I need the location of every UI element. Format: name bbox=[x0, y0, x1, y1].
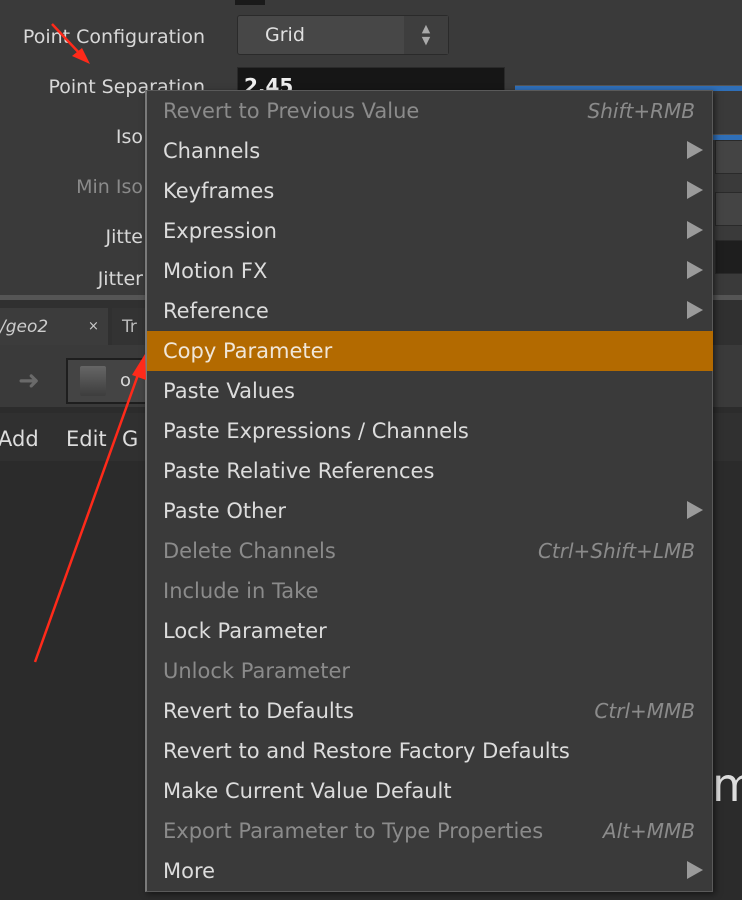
path-label: o bbox=[120, 370, 132, 391]
shortcut-label: Shift+RMB bbox=[587, 99, 695, 123]
menu-item-label: Copy Parameter bbox=[163, 339, 333, 363]
menu-item-paste-other[interactable]: Paste Other bbox=[147, 491, 713, 531]
menu-item-reference[interactable]: Reference bbox=[147, 291, 713, 331]
iso-field[interactable] bbox=[715, 140, 742, 174]
submenu-arrow-icon bbox=[687, 501, 703, 519]
min-iso-label: Min Iso bbox=[76, 176, 143, 198]
jitter2-label: Jitter bbox=[97, 268, 143, 290]
menu-item-label: Export Parameter to Type Properties bbox=[163, 819, 544, 843]
shortcut-label: Ctrl+Shift+LMB bbox=[537, 539, 695, 563]
menu-item-revert-to-defaults[interactable]: Revert to Defaults Ctrl+MMB bbox=[147, 691, 713, 731]
menu-item-label: Include in Take bbox=[163, 579, 319, 603]
menu-item-unlock-parameter: Unlock Parameter bbox=[147, 651, 713, 691]
updown-arrows-icon: ▲ ▼ bbox=[404, 16, 448, 54]
tab-geo2[interactable]: /geo2 × bbox=[0, 308, 108, 345]
menu-item-lock-parameter[interactable]: Lock Parameter bbox=[147, 611, 713, 651]
menu-item-label: Paste Other bbox=[163, 499, 286, 523]
menu-item-label: Motion FX bbox=[163, 259, 268, 283]
menu-item-label: Reference bbox=[163, 299, 269, 323]
parameter-context-menu: Revert to Previous Value Shift+RMB Channel… bbox=[145, 90, 713, 892]
menu-item-label: Expression bbox=[163, 219, 277, 243]
tab-second[interactable]: Tr bbox=[112, 308, 145, 345]
menu-item-delete-channels: Delete Channels Ctrl+Shift+LMB bbox=[147, 531, 713, 571]
menu-item-paste-expressions-channels[interactable]: Paste Expressions / Channels bbox=[147, 411, 713, 451]
tab-label: Tr bbox=[122, 317, 137, 337]
submenu-arrow-icon bbox=[687, 221, 703, 239]
field-edge bbox=[235, 0, 265, 5]
submenu-arrow-icon bbox=[687, 261, 703, 279]
menu-item-include-in-take: Include in Take bbox=[147, 571, 713, 611]
clapperboard-icon bbox=[80, 366, 106, 396]
shortcut-label: Ctrl+MMB bbox=[594, 699, 695, 723]
menu-item-label: Paste Expressions / Channels bbox=[163, 419, 469, 443]
point-configuration-label: Point Configuration bbox=[22, 26, 205, 48]
min-iso-field[interactable] bbox=[715, 192, 742, 226]
menu-item-label: Channels bbox=[163, 139, 261, 163]
menu-item-label: Paste Values bbox=[163, 379, 295, 403]
menu-item-export-parameter-to-type-properties: Export Parameter to Type Properties Alt+M… bbox=[147, 811, 713, 851]
menu-item-make-current-value-default[interactable]: Make Current Value Default bbox=[147, 771, 713, 811]
menu-item-label: Make Current Value Default bbox=[163, 779, 452, 803]
iso-label: Iso bbox=[115, 126, 143, 148]
jitter-field[interactable] bbox=[715, 240, 742, 274]
submenu-arrow-icon bbox=[687, 861, 703, 879]
submenu-arrow-icon bbox=[687, 301, 703, 319]
point-configuration-dropdown[interactable]: Grid ▲ ▼ bbox=[237, 15, 449, 55]
submenu-arrow-icon bbox=[687, 181, 703, 199]
jitter-label: Jitte bbox=[105, 226, 143, 248]
dropdown-value: Grid bbox=[265, 24, 305, 46]
menu-item-copy-parameter[interactable]: Copy Parameter bbox=[147, 331, 713, 371]
forward-arrow-icon[interactable]: ➜ bbox=[18, 366, 40, 396]
menu-edit[interactable]: Edit bbox=[66, 427, 107, 451]
menu-item-label: Unlock Parameter bbox=[163, 659, 351, 683]
network-partial-text: m bbox=[712, 758, 742, 812]
menu-item-paste-relative-references[interactable]: Paste Relative References bbox=[147, 451, 713, 491]
menu-item-channels[interactable]: Channels bbox=[147, 131, 713, 171]
menu-go[interactable]: G bbox=[122, 427, 138, 451]
menu-item-label: Revert to Previous Value bbox=[163, 99, 420, 123]
menu-item-label: More bbox=[163, 859, 216, 883]
tab-label: /geo2 bbox=[0, 317, 49, 337]
menu-item-motion-fx[interactable]: Motion FX bbox=[147, 251, 713, 291]
menu-item-paste-values[interactable]: Paste Values bbox=[147, 371, 713, 411]
close-icon[interactable]: × bbox=[88, 319, 99, 334]
menu-item-keyframes[interactable]: Keyframes bbox=[147, 171, 713, 211]
menu-item-label: Revert to and Restore Factory Defaults bbox=[163, 739, 570, 763]
submenu-arrow-icon bbox=[687, 141, 703, 159]
menu-item-label: Keyframes bbox=[163, 179, 275, 203]
menu-item-expression[interactable]: Expression bbox=[147, 211, 713, 251]
menu-item-revert-to-previous-value: Revert to Previous Value Shift+RMB bbox=[147, 91, 713, 131]
menu-item-label: Paste Relative References bbox=[163, 459, 435, 483]
menu-item-more[interactable]: More bbox=[147, 851, 713, 891]
path-field[interactable]: o bbox=[66, 358, 145, 404]
menu-item-revert-to-and-restore-factory-defaults[interactable]: Revert to and Restore Factory Defaults bbox=[147, 731, 713, 771]
menu-item-label: Revert to Defaults bbox=[163, 699, 354, 723]
menu-item-label: Delete Channels bbox=[163, 539, 336, 563]
menu-add[interactable]: Add bbox=[0, 427, 39, 451]
menu-item-label: Lock Parameter bbox=[163, 619, 327, 643]
shortcut-label: Alt+MMB bbox=[602, 819, 695, 843]
